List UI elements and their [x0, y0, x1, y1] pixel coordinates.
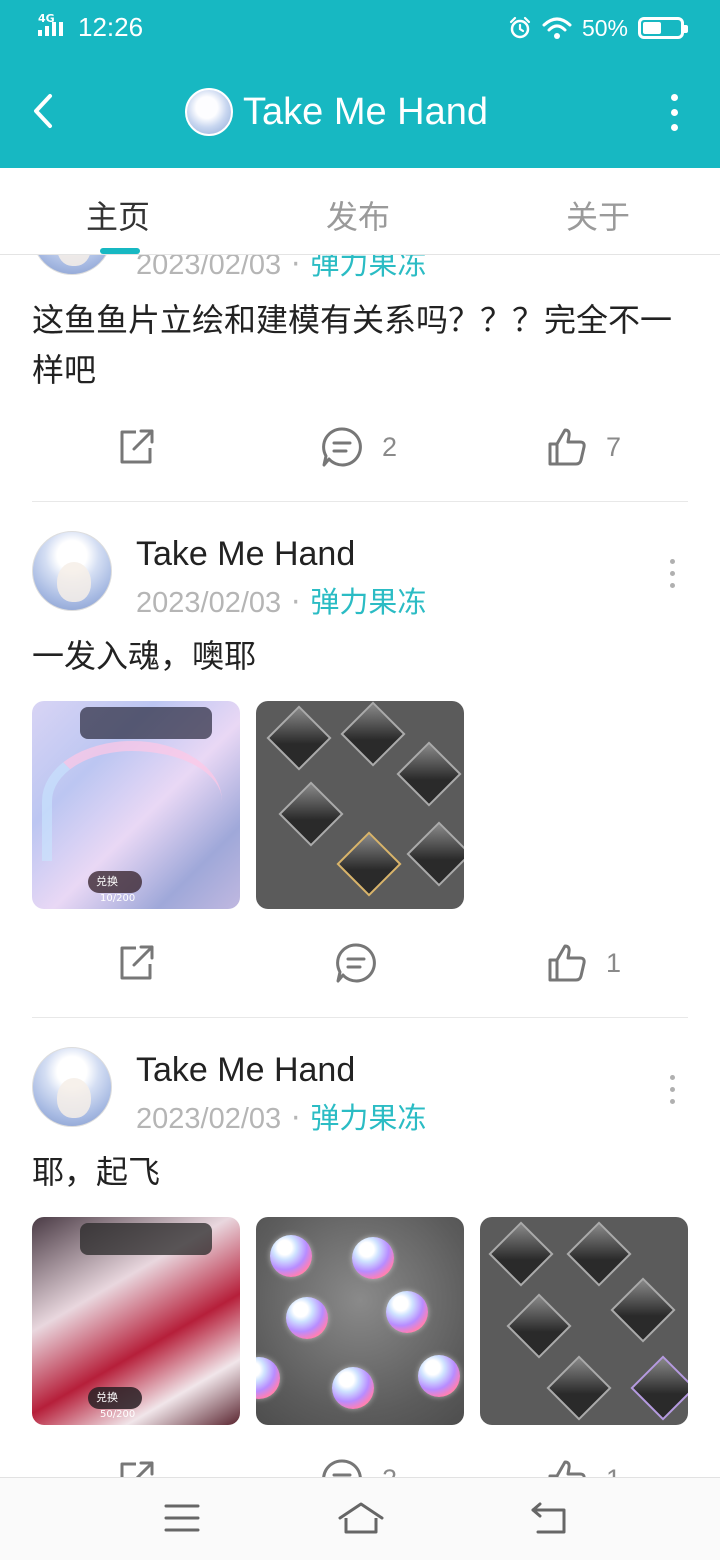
card-art-image[interactable]: 兑换 10/200	[32, 701, 240, 909]
thumbs-up-icon	[548, 428, 586, 466]
bubbles-image[interactable]	[256, 1217, 464, 1425]
system-nav-bar	[0, 1477, 720, 1560]
post-author[interactable]: Take Me Hand	[136, 535, 355, 574]
post-meta: 2023/02/03 · 弹力果冻	[136, 255, 426, 283]
post-text: 耶，起飞	[32, 1153, 161, 1191]
like-button[interactable]: 7	[546, 425, 621, 469]
comment-button[interactable]: 2	[320, 1457, 397, 1477]
post-tag[interactable]: 弹力果冻	[310, 1101, 426, 1135]
post-text: 这鱼鱼片立绘和建模有关系吗？？？完全不一样吧	[32, 301, 673, 389]
meta-separator: ·	[291, 255, 301, 281]
meta-separator: ·	[291, 1101, 301, 1135]
back-arrow-icon[interactable]	[24, 86, 64, 136]
app-title: Take Me Hand	[185, 86, 488, 138]
tab-publish[interactable]: 发布	[326, 192, 390, 238]
post-more-icon[interactable]	[668, 559, 676, 595]
post-more-icon[interactable]	[668, 1075, 676, 1111]
like-count: 7	[606, 431, 622, 462]
share-button[interactable]	[116, 1457, 156, 1477]
comment-icon	[322, 427, 362, 467]
post-feed[interactable]: 2023/02/03 · 弹力果冻 这鱼鱼片立绘和建模有关系吗？？？完全不一样吧 2…	[0, 255, 720, 1477]
comment-button[interactable]: 2	[320, 425, 397, 469]
share-icon	[120, 429, 154, 464]
post-date: 2023/02/03	[136, 587, 282, 619]
post-tag[interactable]: 弹力果冻	[310, 585, 426, 619]
thumbs-up-icon	[548, 944, 586, 982]
more-vertical-icon[interactable]	[668, 94, 680, 134]
character-grid-image[interactable]	[480, 1217, 688, 1425]
avatar[interactable]	[32, 255, 112, 275]
comment-count: 2	[382, 431, 398, 462]
wifi-icon	[542, 17, 572, 39]
share-icon	[120, 1461, 154, 1477]
like-count: 1	[606, 1464, 621, 1478]
share-icon	[120, 945, 154, 980]
share-button[interactable]	[116, 425, 156, 469]
like-button[interactable]: 1	[546, 941, 621, 985]
progress-label: 10/200	[100, 893, 136, 904]
like-count: 1	[606, 947, 622, 978]
post-date: 2023/02/03	[136, 1103, 282, 1135]
redeem-label: 兑换	[96, 1391, 118, 1404]
like-button[interactable]: 1	[546, 1457, 621, 1477]
comment-count: 2	[382, 1464, 397, 1478]
menu-icon[interactable]	[160, 1498, 204, 1538]
post-meta: 2023/02/03 · 弹力果冻	[136, 579, 426, 621]
post-text: 一发入魂，噢耶	[32, 637, 257, 675]
status-time: 12:26	[78, 12, 144, 42]
post-author[interactable]: Take Me Hand	[136, 1051, 355, 1090]
post-date: 2023/02/03	[136, 255, 282, 281]
progress-label: 50/200	[100, 1409, 136, 1420]
status-bar: 4G 12:26 50%	[0, 0, 720, 56]
comment-button[interactable]	[334, 941, 396, 985]
back-icon[interactable]	[528, 1498, 572, 1538]
signal-icon: 4G	[38, 12, 72, 40]
comment-icon	[336, 943, 376, 983]
tab-bar: 主页 发布 关于	[0, 168, 720, 255]
meta-separator: ·	[291, 585, 301, 619]
avatar[interactable]	[32, 1047, 112, 1127]
avatar[interactable]	[32, 531, 112, 611]
divider	[32, 501, 688, 502]
share-button[interactable]	[116, 941, 156, 985]
avatar	[185, 88, 233, 136]
thumbs-up-icon	[548, 1460, 586, 1477]
tab-about[interactable]: 关于	[566, 192, 630, 238]
alarm-icon	[509, 16, 531, 39]
battery-percent: 50%	[581, 14, 628, 41]
page-title: Take Me Hand	[243, 90, 489, 133]
post-meta: 2023/02/03 · 弹力果冻	[136, 1095, 426, 1137]
comment-icon	[322, 1459, 362, 1477]
home-icon[interactable]	[336, 1498, 386, 1538]
app-bar: Take Me Hand	[0, 56, 720, 168]
redeem-label: 兑换	[96, 875, 118, 888]
active-tab-indicator	[100, 248, 140, 254]
battery-icon	[638, 17, 688, 39]
character-grid-image[interactable]	[256, 701, 464, 909]
post-tag[interactable]: 弹力果冻	[310, 255, 426, 281]
tab-home[interactable]: 主页	[86, 192, 150, 238]
card-art-image[interactable]: 兑换 50/200	[32, 1217, 240, 1425]
divider	[32, 1017, 688, 1018]
